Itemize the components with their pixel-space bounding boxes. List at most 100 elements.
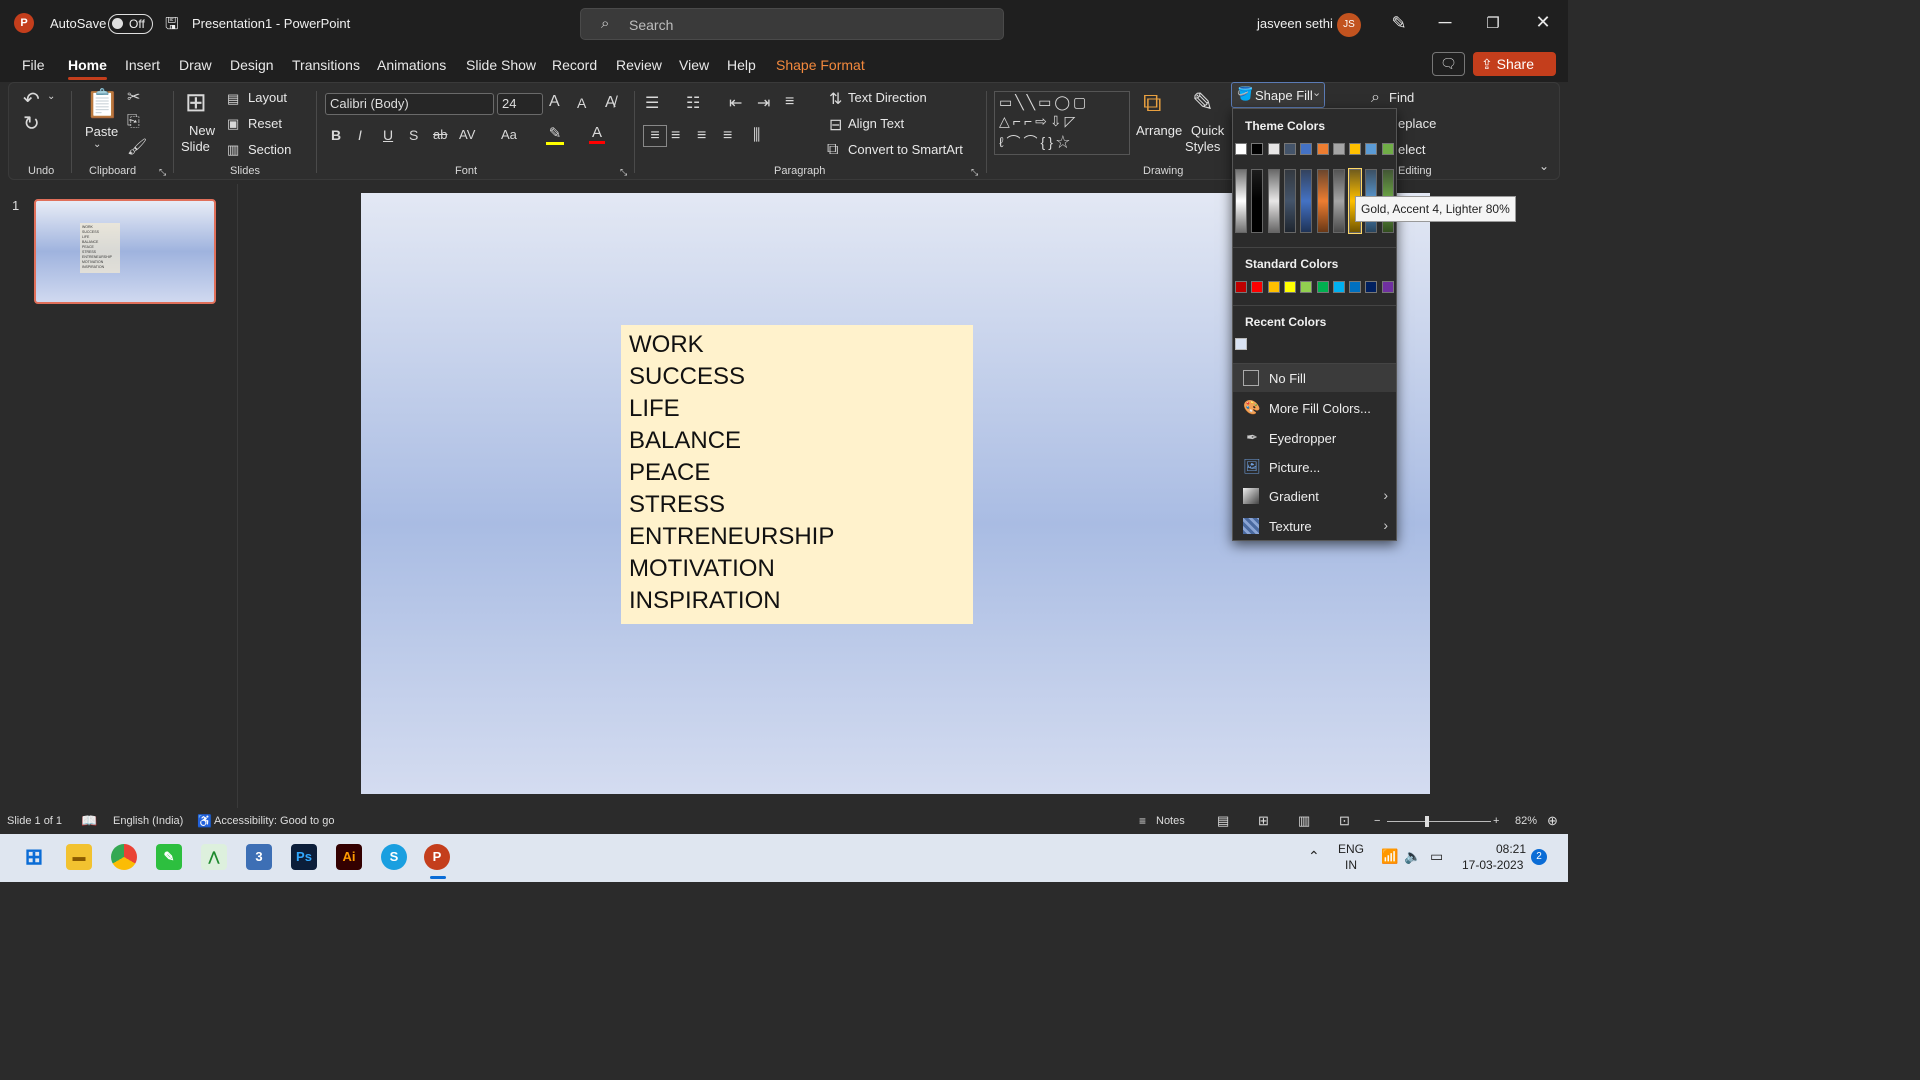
convert-smartart-button[interactable]: Convert to SmartArt <box>848 142 963 157</box>
italic-icon[interactable]: I <box>358 127 362 143</box>
highlight-icon[interactable]: ✎ <box>546 124 564 145</box>
chevron-down-icon[interactable]: ⌄ <box>47 91 55 102</box>
tab-transitions[interactable]: Transitions <box>292 57 360 73</box>
new-slide-label-2[interactable]: Slide <box>181 139 210 154</box>
grow-font-icon[interactable]: A <box>549 93 560 111</box>
word-textbox[interactable]: WORK SUCCESS LIFE BALANCE PEACE STRESS E… <box>621 325 973 624</box>
file-explorer-icon[interactable]: ▬ <box>66 844 92 870</box>
theme-shade-column[interactable] <box>1235 169 1247 233</box>
find-icon[interactable]: ⌕ <box>1371 89 1380 107</box>
theme-color-swatch[interactable] <box>1316 143 1329 155</box>
slide-thumbnail[interactable]: WORK SUCCESS LIFE BALANCE PEACE STRESS ENTRENE… <box>34 199 216 304</box>
clipboard-icon[interactable]: 📋 <box>85 87 120 120</box>
standard-color-swatch[interactable] <box>1349 281 1362 293</box>
windows-start-icon[interactable]: ⊞ <box>21 844 47 870</box>
dialog-launcher-icon[interactable]: ⤡ <box>971 167 978 178</box>
select-button[interactable]: elect <box>1398 142 1425 157</box>
share-button[interactable]: ⇪ Share ⌄ <box>1473 52 1556 96</box>
underline-icon[interactable]: U <box>383 127 393 143</box>
autosave-toggle[interactable]: Off <box>108 14 153 34</box>
volume-icon[interactable]: 🔈 <box>1404 848 1421 865</box>
zoom-slider[interactable] <box>1387 821 1491 822</box>
align-left-icon[interactable]: ≡ <box>643 125 667 147</box>
accessibility-status[interactable]: Accessibility: Good to go <box>214 815 334 827</box>
standard-color-swatch[interactable] <box>1300 281 1313 293</box>
save-icon[interactable]: 🖫 <box>165 13 179 40</box>
drawing-app-icon[interactable]: ✎ <box>156 844 182 870</box>
align-text-icon[interactable]: ⊟ <box>829 115 842 135</box>
chevron-down-icon[interactable]: ⌄ <box>93 139 101 150</box>
tab-shape-format[interactable]: Shape Format <box>776 57 865 73</box>
change-case-icon[interactable]: Aa <box>501 127 517 142</box>
character-spacing-icon[interactable]: AV <box>459 127 475 142</box>
spelling-icon[interactable]: 📖 <box>81 813 97 829</box>
tab-help[interactable]: Help <box>727 57 756 73</box>
justify-icon[interactable]: ≡ <box>723 127 732 145</box>
restore-icon[interactable]: ❐ <box>1478 14 1508 32</box>
zoom-out-icon[interactable]: − <box>1374 815 1380 827</box>
chrome-icon[interactable] <box>111 844 137 870</box>
align-text-button[interactable]: Align Text <box>848 116 904 131</box>
new-slide-label-1[interactable]: New <box>189 123 215 138</box>
dialog-launcher-icon[interactable]: ⤡ <box>159 167 166 178</box>
wifi-icon[interactable]: 📶 <box>1381 848 1398 865</box>
undo-icon[interactable]: ↶ <box>23 87 40 112</box>
clear-formatting-icon[interactable]: A̸ <box>605 94 616 112</box>
standard-color-swatch[interactable] <box>1235 281 1247 293</box>
language-indicator-1[interactable]: ENG <box>1338 842 1364 856</box>
standard-color-swatch[interactable] <box>1267 281 1280 293</box>
picture-item[interactable]: 🖼 Picture... <box>1233 453 1396 481</box>
standard-color-swatch[interactable] <box>1365 281 1378 293</box>
language-status[interactable]: English (India) <box>113 815 183 827</box>
increase-indent-icon[interactable]: ⇥ <box>757 93 770 113</box>
arrange-button[interactable]: Arrange <box>1136 123 1182 138</box>
bold-icon[interactable]: B <box>331 127 341 143</box>
recent-color-swatch[interactable] <box>1235 338 1247 350</box>
tab-insert[interactable]: Insert <box>125 57 160 73</box>
decrease-indent-icon[interactable]: ⇤ <box>729 93 742 113</box>
gradient-item[interactable]: Gradient › <box>1233 482 1396 510</box>
format-painter-icon[interactable]: 🖌 <box>127 137 147 157</box>
arrange-icon[interactable]: ⧉ <box>1143 87 1162 119</box>
text-direction-button[interactable]: Text Direction <box>848 90 927 105</box>
layout-icon[interactable]: ▤ <box>227 91 239 107</box>
line-spacing-icon[interactable]: ≡ <box>785 93 794 111</box>
bullets-icon[interactable]: ☰ <box>645 93 659 113</box>
theme-color-swatch[interactable] <box>1251 143 1264 155</box>
quick-styles-icon[interactable]: ✎ <box>1192 87 1214 118</box>
vector-app-icon[interactable]: ⋀ <box>201 844 227 870</box>
copy-icon[interactable]: ⎘ <box>127 113 140 131</box>
clock-time[interactable]: 08:21 <box>1496 842 1526 856</box>
chevron-up-icon[interactable]: ⌃ <box>1308 848 1320 865</box>
notes-button[interactable]: Notes <box>1156 815 1185 827</box>
texture-item[interactable]: Texture › <box>1233 512 1396 540</box>
quick-styles-label-1[interactable]: Quick <box>1191 123 1224 138</box>
reset-icon[interactable]: ▣ <box>227 116 239 132</box>
columns-icon[interactable]: ⫼ <box>753 127 760 145</box>
find-button[interactable]: Find <box>1389 90 1414 105</box>
dialog-launcher-icon[interactable]: ⤡ <box>620 167 627 178</box>
tab-record[interactable]: Record <box>552 57 597 73</box>
zoom-level[interactable]: 82% <box>1515 815 1537 827</box>
standard-color-swatch[interactable] <box>1381 281 1394 293</box>
3dsmax-icon[interactable]: 3 <box>246 844 272 870</box>
standard-color-swatch[interactable] <box>1316 281 1329 293</box>
clock-date[interactable]: 17-03-2023 <box>1462 858 1523 872</box>
tab-slide-show[interactable]: Slide Show <box>466 57 536 73</box>
reading-view-icon[interactable]: ▥ <box>1298 813 1310 829</box>
no-fill-item[interactable]: No Fill <box>1233 364 1396 392</box>
new-slide-icon[interactable]: ⊞ <box>185 87 207 118</box>
text-direction-icon[interactable]: ⇅ <box>829 89 842 109</box>
theme-color-swatch[interactable] <box>1332 143 1345 155</box>
theme-color-swatch[interactable] <box>1349 143 1362 155</box>
section-button[interactable]: Section <box>248 142 291 157</box>
standard-color-swatch[interactable] <box>1251 281 1264 293</box>
photoshop-icon[interactable]: Ps <box>291 844 317 870</box>
slide-sorter-icon[interactable]: ⊞ <box>1258 813 1269 829</box>
slideshow-icon[interactable]: ⊡ <box>1339 813 1350 829</box>
reset-button[interactable]: Reset <box>248 116 282 131</box>
avatar[interactable]: JS <box>1337 13 1361 37</box>
battery-icon[interactable]: ▭ <box>1430 848 1443 865</box>
theme-shade-column[interactable] <box>1267 169 1280 233</box>
search-box[interactable]: ⌕ Search <box>580 8 1004 40</box>
